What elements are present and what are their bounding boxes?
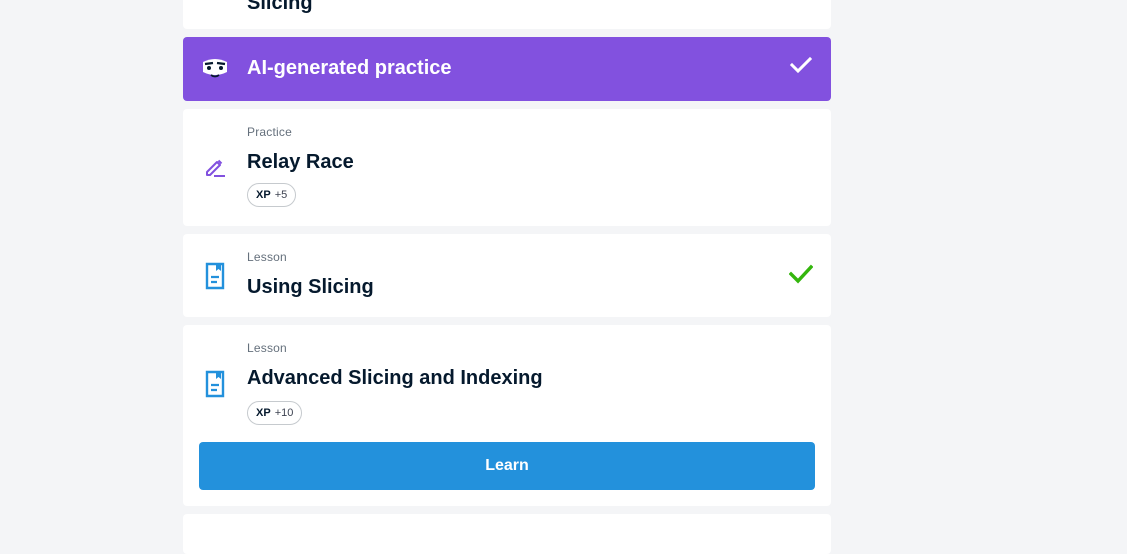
card-ai-generated-practice[interactable]: AI-generated practice — [183, 37, 831, 101]
document-icon — [199, 368, 231, 400]
xp-value: +10 — [274, 407, 294, 419]
xp-badge: XP +10 — [247, 401, 303, 425]
card-title: Relay Race — [247, 151, 354, 173]
learn-button[interactable]: Learn — [199, 442, 815, 490]
card-title: AI-generated practice — [247, 57, 452, 79]
xp-label: XP — [256, 407, 271, 419]
card-title: Slicing — [247, 0, 313, 14]
card-type-label: Practice — [247, 125, 292, 139]
card-type-label: Lesson — [247, 250, 287, 264]
xp-label: XP — [256, 189, 271, 201]
card-advanced-slicing[interactable]: Lesson Advanced Slicing and Indexing XP … — [183, 325, 831, 506]
card-slicing-partial[interactable]: Slicing — [183, 0, 831, 29]
xp-value: +5 — [274, 189, 288, 201]
card-title: Using Slicing — [247, 276, 374, 298]
xp-badge: XP +5 — [247, 183, 297, 207]
checkmark-icon — [787, 260, 815, 288]
card-title: Advanced Slicing and Indexing — [247, 367, 543, 389]
card-relay-race[interactable]: Practice Relay Race XP +5 — [183, 109, 831, 226]
card-type-label: Lesson — [247, 341, 287, 355]
checkmark-icon — [787, 51, 815, 79]
card-next-partial[interactable] — [183, 514, 831, 554]
card-using-slicing[interactable]: Lesson Using Slicing — [183, 234, 831, 317]
document-icon — [199, 260, 231, 292]
ai-face-icon — [199, 53, 231, 85]
pencil-edit-icon — [199, 151, 231, 183]
